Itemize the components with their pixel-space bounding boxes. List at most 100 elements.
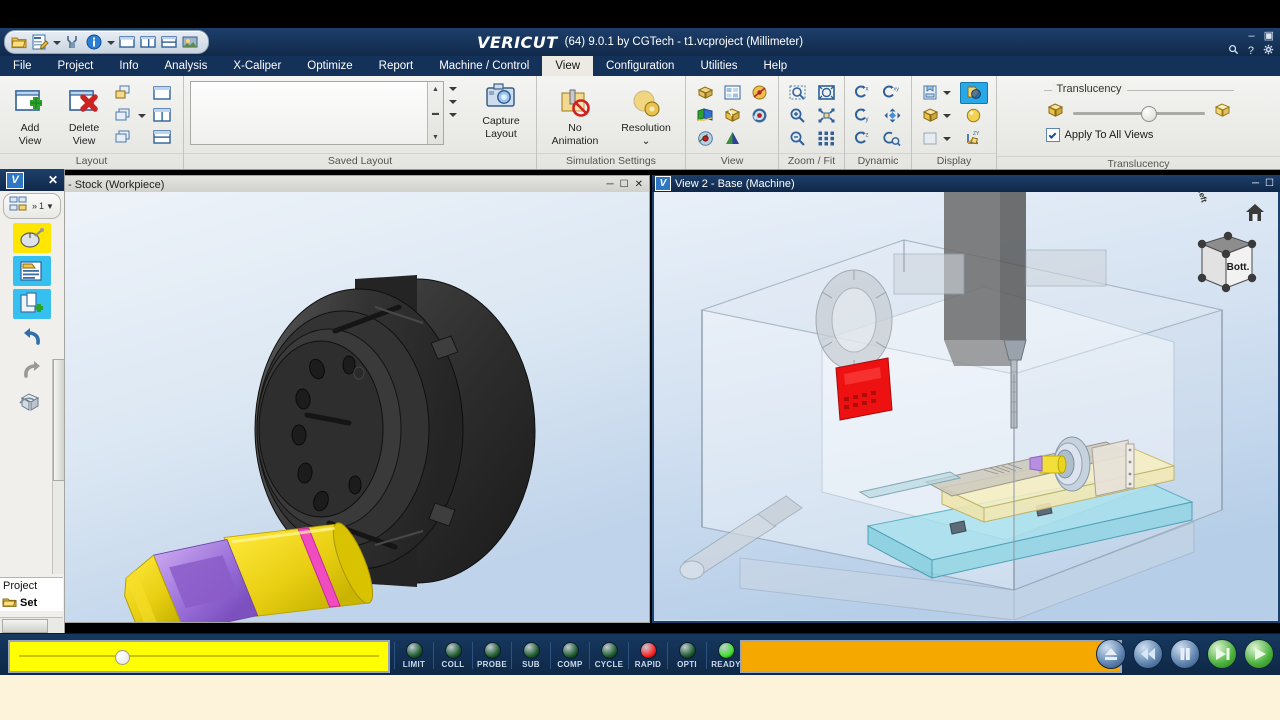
zoom-window-icon[interactable] [783,82,811,104]
fit-extents-icon[interactable] [812,128,840,150]
left-dock-caret[interactable]: ▼ [46,202,54,211]
display-mode-caret[interactable] [942,88,951,97]
project-tree-icon[interactable] [8,195,30,218]
scroll-down-icon[interactable]: ▼ [428,130,443,144]
left-dock-hscroll-thumb[interactable] [2,619,48,633]
saved-layout-option-2[interactable] [448,97,457,106]
view-axis-icon[interactable] [746,82,772,104]
layout-horizontal-split-button[interactable] [152,129,172,147]
menu-item-view[interactable]: View [542,56,594,76]
redo-icon[interactable] [13,355,51,385]
machine-3d-canvas[interactable]: Bott. Left [652,192,1280,623]
apply-to-all-views-checkbox[interactable]: Apply To All Views [1045,128,1232,142]
fit-all-icon[interactable] [812,82,840,104]
single-step-button[interactable] [1207,639,1237,669]
resolution-caret[interactable]: ⌄ [642,135,651,147]
rotate-y-icon[interactable]: y [850,105,878,127]
saved-layout-caret-2[interactable] [448,97,457,106]
nc-program-progress-bar[interactable] [740,640,1122,673]
no-animation-button[interactable]: No Animation [545,85,605,147]
add-setup-icon[interactable] [13,289,51,319]
rotate-z-icon[interactable]: z [850,128,878,150]
delete-view-button[interactable]: Delete View [58,85,110,147]
translucency-slider-knob[interactable] [1141,105,1158,122]
zoom-out-icon[interactable] [783,128,811,150]
section-view-icon[interactable] [692,105,718,127]
solid-shade-button[interactable] [921,105,959,127]
stock-minimize-button[interactable]: ─ [607,179,614,189]
zoom-in-icon[interactable] [783,105,811,127]
shaded-view-icon[interactable] [719,105,745,127]
menu-item-file[interactable]: File [0,56,45,76]
pan-icon[interactable] [879,105,907,127]
scroll-mid-icon[interactable]: ▬ [428,106,443,120]
machine-minimize-button[interactable]: ─ [1252,178,1259,188]
machine-maximize-button[interactable]: ☐ [1265,178,1274,188]
stock-close-button[interactable]: ✕ [635,179,643,189]
left-dock-horizontal-scrollbar[interactable] [0,617,63,633]
saved-layout-caret-3[interactable] [448,110,457,119]
rewind-button[interactable] [1133,639,1163,669]
restore-button[interactable]: ▣ [1264,31,1274,42]
left-dock-chevrons[interactable]: » [32,201,37,211]
minimize-button[interactable]: – [1248,31,1254,42]
saved-layout-option-1[interactable] [448,84,457,93]
menu-item-analysis[interactable]: Analysis [152,56,221,76]
help-button[interactable]: ? [1248,45,1254,56]
left-dock-close-button[interactable]: ✕ [48,173,58,187]
saved-layout-scrollbar[interactable]: ▲ ▬ ▼ [427,82,443,144]
menu-item-info[interactable]: Info [106,56,151,76]
saved-layout-list[interactable]: ▲ ▬ ▼ [190,81,444,145]
tile-views-caret[interactable] [137,111,146,120]
view-orientation-icon[interactable] [692,128,718,150]
menu-item-configuration[interactable]: Configuration [593,56,687,76]
fit-selection-icon[interactable] [812,105,840,127]
setup-list-icon[interactable] [13,256,51,286]
cascade-views-button[interactable] [114,85,146,103]
undo-icon[interactable] [13,322,51,352]
play-button[interactable] [1244,639,1274,669]
multi-pane-view-icon[interactable] [719,82,745,104]
wireframe-button[interactable] [921,128,959,150]
dynamic-zoom-icon[interactable] [879,128,907,150]
simulation-progress-slider[interactable] [8,640,390,673]
left-dock-vertical-scrollbar[interactable] [52,359,66,574]
tree-item-setup[interactable]: Set [0,594,63,611]
stock-maximize-button[interactable]: ☐ [620,179,629,189]
menu-item-x-caliper[interactable]: X-Caliper [220,56,294,76]
layout-single-button[interactable] [152,85,172,103]
tile-views-button[interactable] [114,107,146,125]
menu-item-help[interactable]: Help [751,56,801,76]
layout-vertical-split-button[interactable] [152,107,172,125]
axis-display-icon[interactable]: ZY [960,128,988,150]
reset-button[interactable] [1096,639,1126,669]
sphere-shade-icon[interactable] [960,105,988,127]
saved-layout-caret-1[interactable] [448,84,457,93]
solid-shade-caret[interactable] [942,111,951,120]
wireframe-caret[interactable] [942,134,951,143]
add-view-button[interactable]: Add View [4,85,56,147]
menu-item-optimize[interactable]: Optimize [294,56,365,76]
translucent-shade-icon[interactable] [959,81,988,104]
saved-layout-option-3[interactable] [448,110,457,119]
menu-item-project[interactable]: Project [45,56,107,76]
display-mode-button[interactable] [921,82,959,104]
menu-item-machine-control[interactable]: Machine / Control [426,56,542,76]
stock-3d-canvas[interactable] [64,192,650,623]
view-cone-icon[interactable] [719,128,745,150]
stock-view-icon[interactable] [13,388,51,418]
pause-button[interactable] [1170,639,1200,669]
mouse-config-icon[interactable] [13,223,51,253]
simulation-progress-knob[interactable] [114,650,130,665]
rotate-x-icon[interactable]: x [850,82,878,104]
arrange-views-button[interactable] [114,129,146,147]
menu-item-utilities[interactable]: Utilities [687,56,750,76]
menu-item-report[interactable]: Report [366,56,427,76]
resolution-button[interactable]: Resolution ⌄ [615,85,677,147]
rotate-view-icon[interactable] [746,105,772,127]
capture-layout-button[interactable]: Capture Layout [475,78,527,140]
translucency-slider[interactable] [1072,105,1205,122]
isometric-view-icon[interactable] [692,82,718,104]
rotate-xy-icon[interactable]: xy [879,82,907,104]
scroll-up-icon[interactable]: ▲ [428,82,443,96]
